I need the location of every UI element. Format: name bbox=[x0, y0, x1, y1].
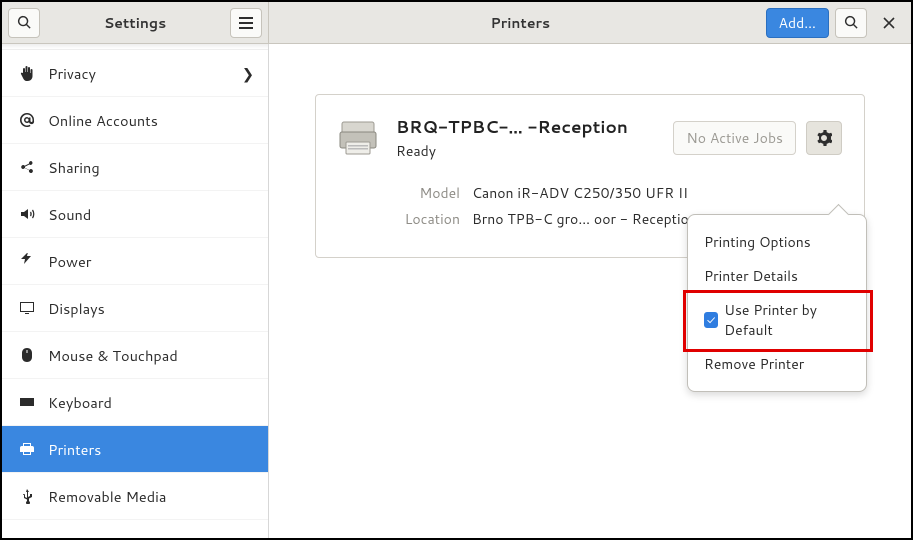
location-value: Brno TPB-C gro… oor - Reception bbox=[472, 209, 697, 229]
popover-item-use-printer-by-default[interactable]: Use Printer by Default bbox=[688, 293, 866, 347]
sidebar-item-online-accounts[interactable]: Online Accounts bbox=[2, 97, 268, 144]
sidebar-item-label: Sharing bbox=[48, 157, 254, 178]
chevron-right-icon: ❯ bbox=[242, 63, 254, 84]
printer-settings-button[interactable] bbox=[806, 121, 842, 155]
sidebar-item-label: Privacy bbox=[48, 63, 242, 84]
popover-item-label: Use Printer by Default bbox=[724, 300, 850, 340]
sidebar-item-displays[interactable]: Displays bbox=[2, 285, 268, 332]
model-row: Model Canon iR-ADV C250/350 UFR II bbox=[396, 183, 697, 203]
printer-image bbox=[338, 118, 378, 158]
location-row: Location Brno TPB-C gro… oor - Reception bbox=[396, 209, 697, 229]
close-icon bbox=[883, 17, 895, 29]
mouse-icon bbox=[16, 346, 38, 364]
printer-status: Ready bbox=[396, 141, 673, 161]
jobs-button[interactable]: No Active Jobs bbox=[673, 121, 796, 155]
search-icon bbox=[17, 15, 32, 30]
hand-icon bbox=[16, 64, 38, 82]
popover-item-printer-details[interactable]: Printer Details bbox=[688, 259, 866, 293]
location-label: Location bbox=[396, 209, 460, 229]
popover-item-label: Printer Details bbox=[704, 266, 798, 286]
sidebar-item-power[interactable]: Power bbox=[2, 238, 268, 285]
sidebar-item-label: Online Accounts bbox=[48, 110, 254, 131]
search-printers-button[interactable] bbox=[835, 8, 867, 38]
sidebar-item-label: Printers bbox=[48, 439, 254, 460]
printers-title: Printers bbox=[275, 13, 766, 33]
header-right: Printers Add… bbox=[269, 2, 911, 43]
add-printer-button[interactable]: Add… bbox=[766, 8, 829, 38]
content-area: BRQ-TPBC-… -Reception Ready No Active Jo… bbox=[269, 44, 911, 538]
model-value: Canon iR-ADV C250/350 UFR II bbox=[472, 183, 688, 203]
popover-item-remove-printer[interactable]: Remove Printer bbox=[688, 347, 866, 381]
sidebar-item-removable-media[interactable]: Removable Media bbox=[2, 473, 268, 520]
sidebar-item-keyboard[interactable]: Keyboard bbox=[2, 379, 268, 426]
sidebar-list: Privacy❯ Online Accounts Sharing Sound Power… bbox=[2, 50, 268, 520]
sidebar-item-sound[interactable]: Sound bbox=[2, 191, 268, 238]
printer-device-icon bbox=[338, 118, 378, 158]
close-button[interactable] bbox=[873, 8, 905, 38]
printer-card-header: BRQ-TPBC-… -Reception Ready No Active Jo… bbox=[338, 115, 842, 161]
usb-icon bbox=[16, 487, 38, 505]
sidebar-item-mouse-touchpad[interactable]: Mouse & Touchpad bbox=[2, 332, 268, 379]
popover-item-printing-options[interactable]: Printing Options bbox=[688, 225, 866, 259]
sidebar: Privacy❯ Online Accounts Sharing Sound Power… bbox=[2, 44, 269, 538]
model-label: Model bbox=[396, 183, 460, 203]
printer-name: BRQ-TPBC-… -Reception bbox=[396, 115, 673, 139]
header-bar: Settings Printers Add… bbox=[2, 2, 911, 44]
sidebar-item-sharing[interactable]: Sharing bbox=[2, 144, 268, 191]
sidebar-item-label: Sound bbox=[48, 204, 254, 225]
header-left: Settings bbox=[2, 2, 269, 43]
keyboard-icon bbox=[16, 393, 38, 411]
popover-item-label: Remove Printer bbox=[704, 354, 804, 374]
sidebar-item-printers[interactable]: Printers bbox=[2, 426, 268, 473]
gear-icon bbox=[816, 130, 832, 146]
printer-icon bbox=[16, 440, 38, 458]
share-icon bbox=[16, 158, 38, 176]
sidebar-item-label: Power bbox=[48, 251, 254, 272]
sidebar-item-privacy[interactable]: Privacy❯ bbox=[2, 50, 268, 97]
sound-icon bbox=[16, 205, 38, 223]
checkbox-icon bbox=[704, 312, 718, 328]
search-icon bbox=[844, 15, 859, 30]
sidebar-item-label: Displays bbox=[48, 298, 254, 319]
sidebar-item-label: Keyboard bbox=[48, 392, 254, 413]
printer-name-col: BRQ-TPBC-… -Reception Ready bbox=[396, 115, 673, 161]
search-button[interactable] bbox=[8, 8, 40, 38]
sidebar-item-label: Mouse & Touchpad bbox=[48, 345, 254, 366]
settings-title: Settings bbox=[40, 13, 230, 33]
at-icon bbox=[16, 111, 38, 129]
menu-button[interactable] bbox=[230, 8, 262, 38]
sidebar-item-label: Removable Media bbox=[48, 486, 254, 507]
popover-item-label: Printing Options bbox=[704, 232, 811, 252]
display-icon bbox=[16, 299, 38, 317]
main-area: Privacy❯ Online Accounts Sharing Sound Power… bbox=[2, 44, 911, 538]
hamburger-icon bbox=[239, 17, 253, 29]
printer-options-popover: Printing Options Printer Details Use Print… bbox=[687, 214, 867, 392]
power-icon bbox=[16, 252, 38, 270]
